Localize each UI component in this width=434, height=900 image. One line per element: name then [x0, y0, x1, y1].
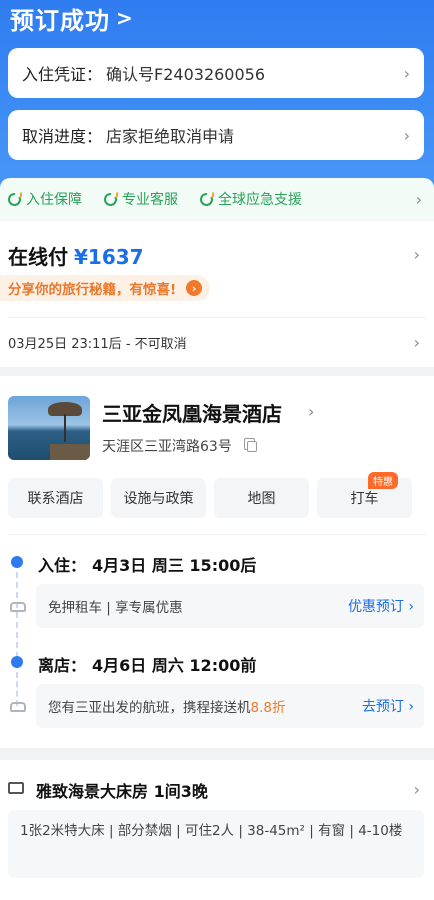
- chevron-right-icon: ›: [403, 63, 410, 83]
- confirmation-number: 确认号F2403260056: [106, 65, 266, 84]
- hotel-name[interactable]: 三亚金凤凰海景酒店: [102, 398, 282, 427]
- chevron-right-icon: >: [116, 6, 133, 30]
- guarantee-bar[interactable]: 入住保障 专业客服 全球应急支援 ›: [0, 178, 434, 220]
- payment-card: 在线付 ¥1637 › 分享你的旅行秘籍，有惊喜! › 03月25日 23:11…: [0, 221, 434, 367]
- checkin-row: 入住： 4月3日 周三 15:00后: [38, 556, 257, 575]
- share-text: 分享你的旅行秘籍，有惊喜!: [8, 282, 177, 298]
- chevron-right-icon: ›: [415, 189, 422, 209]
- airport-transfer-row[interactable]: 您有三亚出发的航班，携程接送机8.8折 去预订 ›: [36, 684, 424, 728]
- hotel-photo[interactable]: [8, 396, 90, 460]
- chevron-right-icon: ›: [413, 245, 420, 264]
- guarantee-service: 专业客服: [104, 189, 178, 209]
- hotel-address: 天涯区三亚湾路63号: [102, 439, 232, 455]
- hotel-actions: 联系酒店 设施与政策 地图 打车 特惠: [8, 472, 412, 518]
- deck-shape: [50, 444, 90, 460]
- page-title: 预订成功: [10, 6, 110, 35]
- checkout-row: 离店： 4月6日 周六 12:00前: [38, 656, 257, 675]
- car-icon: [10, 702, 26, 712]
- payment-method: 在线付: [8, 245, 68, 269]
- chevron-right-icon: ›: [413, 333, 420, 352]
- taxi-label: 打车: [350, 491, 379, 507]
- flight-text: 您有三亚出发的航班，携程接送机8.8折: [48, 700, 286, 716]
- header: 预订成功 > 入住凭证： 确认号F2403260056 › 取消进度： 店家拒绝…: [0, 0, 434, 196]
- car-rental-text: 免押租车 | 享专属优惠: [48, 600, 183, 616]
- car-rental-link[interactable]: 优惠预订 ›: [348, 596, 414, 616]
- cancel-label: 取消进度：: [22, 127, 103, 146]
- payment-row[interactable]: 在线付 ¥1637: [8, 241, 144, 270]
- taxi-button[interactable]: 打车 特惠: [317, 472, 412, 518]
- timeline-dot: [11, 556, 23, 568]
- payment-amount: ¥1637: [74, 245, 144, 269]
- timeline-line: [16, 572, 18, 658]
- airport-transfer-link[interactable]: 去预订 ›: [362, 696, 414, 716]
- voucher-row[interactable]: 入住凭证： 确认号F2403260056 ›: [8, 48, 424, 98]
- room-card: 雅致海景大床房 1间3晚 › 1张2米特大床 | 部分禁烟 | 可住2人 | 3…: [0, 760, 434, 900]
- cancel-policy[interactable]: 03月25日 23:11后 - 不可取消: [8, 333, 187, 352]
- map-button[interactable]: 地图: [214, 478, 309, 518]
- guarantee-checkin: 入住保障: [8, 189, 82, 209]
- shield-icon: [104, 192, 117, 206]
- divider: [8, 317, 426, 318]
- order-status-title[interactable]: 预订成功 >: [10, 0, 133, 36]
- copy-icon[interactable]: [244, 438, 257, 452]
- contact-hotel-button[interactable]: 联系酒店: [8, 478, 103, 518]
- bed-icon: [8, 782, 24, 794]
- voucher-label: 入住凭证：: [22, 65, 103, 84]
- chevron-right-icon: ›: [308, 402, 315, 421]
- guarantee-emergency: 全球应急支援: [200, 189, 302, 209]
- car-rental-row[interactable]: 免押租车 | 享专属优惠 优惠预订 ›: [36, 584, 424, 628]
- divider: [8, 534, 426, 535]
- arrow-circle-icon: ›: [186, 280, 203, 296]
- chevron-right-icon: ›: [413, 780, 420, 799]
- discount-text: 8.8折: [250, 700, 286, 716]
- timeline-line: [16, 672, 18, 706]
- shield-icon: [8, 192, 21, 206]
- cancel-status: 店家拒绝取消申请: [106, 127, 235, 146]
- hotel-card: 三亚金凤凰海景酒店 › 天涯区三亚湾路63号 联系酒店 设施与政策 地图 打车 …: [0, 376, 434, 748]
- share-banner[interactable]: 分享你的旅行秘籍，有惊喜! ›: [0, 275, 211, 301]
- promo-badge: 特惠: [368, 472, 398, 489]
- cancel-progress-row[interactable]: 取消进度： 店家拒绝取消申请 ›: [8, 110, 424, 160]
- umbrella-pole: [64, 414, 66, 442]
- timeline-dot: [11, 656, 23, 668]
- shield-icon: [200, 192, 213, 206]
- car-icon: [10, 602, 26, 612]
- chevron-right-icon: ›: [403, 125, 410, 145]
- facilities-button[interactable]: 设施与政策: [111, 478, 206, 518]
- room-title[interactable]: 雅致海景大床房 1间3晚: [36, 778, 208, 802]
- room-details: 1张2米特大床 | 部分禁烟 | 可住2人 | 38-45m² | 有窗 | 4…: [8, 810, 424, 878]
